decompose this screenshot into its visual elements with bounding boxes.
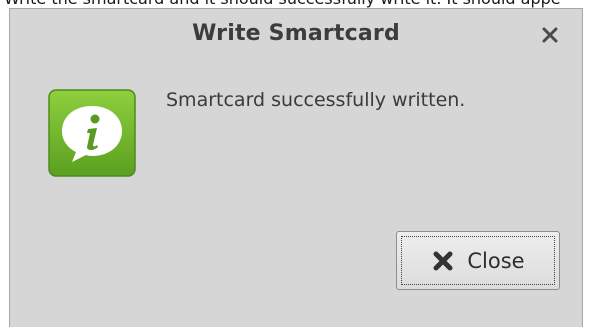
close-button-label: Close: [467, 248, 525, 273]
dialog-message: Smartcard successfully written.: [166, 89, 466, 111]
info-speech-bubble-icon: [48, 89, 136, 177]
close-x-icon: [542, 27, 558, 43]
dialog-titlebar[interactable]: Write Smartcard: [10, 9, 582, 61]
close-button[interactable]: Close: [396, 231, 560, 290]
dialog-title: Write Smartcard: [192, 21, 400, 46]
write-smartcard-dialog: Write Smartcard Smartcard successfully w…: [9, 8, 583, 327]
background-window-text: Write the smartcard and it should succes…: [4, 0, 561, 8]
titlebar-close-button[interactable]: [537, 22, 563, 48]
close-x-icon: [431, 248, 457, 274]
